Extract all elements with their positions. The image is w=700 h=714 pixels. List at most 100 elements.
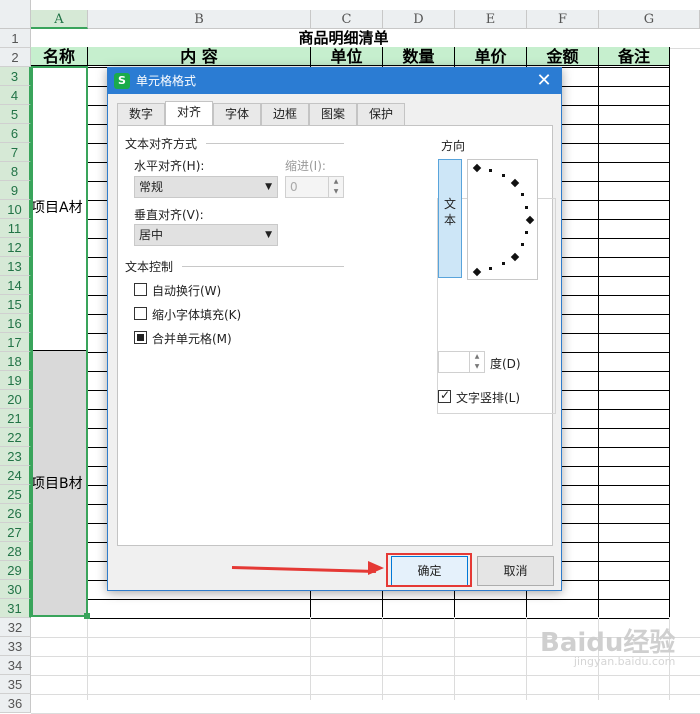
indent-stepper[interactable]: 0 ▲ ▼: [285, 176, 344, 198]
row-header-4[interactable]: 4: [0, 86, 31, 105]
row-header-19[interactable]: 19: [0, 371, 31, 390]
row-header-2[interactable]: 2: [0, 48, 31, 67]
row-header-10[interactable]: 10: [0, 200, 31, 219]
row-header-33[interactable]: 33: [0, 637, 31, 656]
checkmark-icon: ✓: [440, 388, 451, 402]
vertical-text-button[interactable]: 文本: [438, 159, 462, 278]
horizontal-align-label: 水平对齐(H):: [134, 159, 205, 173]
orientation-heading: 方向: [439, 137, 468, 154]
dial-marker: [472, 163, 482, 173]
row-header-26[interactable]: 26: [0, 504, 31, 523]
row-header-30[interactable]: 30: [0, 580, 31, 599]
row-header-35[interactable]: 35: [0, 675, 31, 694]
tab-protection[interactable]: 保护: [357, 103, 405, 125]
row-header-20[interactable]: 20: [0, 390, 31, 409]
merge-cells-checkbox[interactable]: [134, 331, 147, 344]
dialog-titlebar[interactable]: S 单元格格式 ✕: [108, 68, 561, 94]
sheet-title[interactable]: 商品明细清单: [88, 29, 599, 48]
dial-marker: [525, 215, 535, 225]
dial-dot: [521, 193, 524, 196]
row-header-22[interactable]: 22: [0, 428, 31, 447]
column-header-b[interactable]: B: [88, 10, 311, 29]
row-header-13[interactable]: 13: [0, 257, 31, 276]
column-border: [598, 47, 599, 617]
row-header-36[interactable]: 36: [0, 694, 31, 713]
dial-dot: [489, 267, 492, 270]
cancel-button[interactable]: 取消: [477, 556, 554, 586]
row-header-7[interactable]: 7: [0, 143, 31, 162]
row-header-1[interactable]: 1: [0, 29, 31, 48]
column-header-f[interactable]: F: [527, 10, 599, 29]
row-header-15[interactable]: 15: [0, 295, 31, 314]
dial-dot: [502, 262, 505, 265]
text-control-heading: 文本控制: [125, 260, 174, 274]
column-header-e[interactable]: E: [455, 10, 527, 29]
dial-dot: [521, 243, 524, 246]
horizontal-align-select[interactable]: 常规 ▼: [134, 176, 278, 198]
row-header-9[interactable]: 9: [0, 181, 31, 200]
row-header-18[interactable]: 18: [0, 352, 31, 371]
vertical-align-select[interactable]: 居中 ▼: [134, 224, 278, 246]
header-unit[interactable]: 单位: [311, 47, 383, 66]
merge-cells-label[interactable]: 合并单元格(M): [152, 330, 232, 347]
row-header-14[interactable]: 14: [0, 276, 31, 295]
shrink-to-fit-checkbox[interactable]: [134, 307, 147, 320]
row-header-5[interactable]: 5: [0, 105, 31, 124]
orientation-dial[interactable]: [467, 159, 538, 280]
dial-marker: [510, 178, 520, 188]
spin-arrows-icon[interactable]: ▲ ▼: [328, 177, 343, 197]
watermark-brand: Baidu经验: [540, 628, 676, 658]
row-header-11[interactable]: 11: [0, 219, 31, 238]
row-header-27[interactable]: 27: [0, 523, 31, 542]
fill-handle[interactable]: [84, 613, 90, 619]
header-quantity[interactable]: 数量: [383, 47, 455, 66]
header-content[interactable]: 内 容: [88, 47, 311, 66]
row-header-6[interactable]: 6: [0, 124, 31, 143]
degree-stepper[interactable]: ▲ ▼: [438, 351, 485, 373]
close-icon[interactable]: ✕: [531, 68, 557, 94]
row-header-31[interactable]: 31: [0, 599, 31, 618]
header-amount[interactable]: 金额: [527, 47, 599, 66]
shrink-to-fit-label[interactable]: 缩小字体填充(K): [152, 306, 241, 323]
stacked-text-label[interactable]: 文字竖排(L): [456, 389, 520, 406]
row-gridline: [31, 694, 700, 695]
row-header-29[interactable]: 29: [0, 561, 31, 580]
baidu-jingyan-watermark: Baidu经验 jingyan.baidu.com: [540, 622, 675, 668]
wrap-text-checkbox[interactable]: [134, 283, 147, 296]
tab-patterns[interactable]: 图案: [309, 103, 357, 125]
tab-border[interactable]: 边框: [261, 103, 309, 125]
row-header-16[interactable]: 16: [0, 314, 31, 333]
wrap-text-label[interactable]: 自动换行(W): [152, 282, 221, 299]
dial-dot: [525, 206, 528, 209]
format-cells-dialog: S 单元格格式 ✕ 数字 对齐 字体 边框 图案 保护 文本对齐方式 水平对齐(…: [107, 67, 562, 591]
header-remarks[interactable]: 备注: [599, 47, 670, 66]
row-header-12[interactable]: 12: [0, 238, 31, 257]
select-all-corner[interactable]: [0, 0, 31, 29]
header-name[interactable]: 名称: [31, 47, 88, 66]
vertical-align-label: 垂直对齐(V):: [134, 208, 204, 222]
divider: [182, 266, 344, 267]
row-header-34[interactable]: 34: [0, 656, 31, 675]
row-header-3[interactable]: 3: [0, 67, 31, 86]
row-header-8[interactable]: 8: [0, 162, 31, 181]
tab-number[interactable]: 数字: [117, 103, 165, 125]
column-header-g[interactable]: G: [599, 10, 700, 29]
column-header-c[interactable]: C: [311, 10, 383, 29]
dialog-title: 单元格格式: [136, 74, 197, 88]
row-header-17[interactable]: 17: [0, 333, 31, 352]
row-header-21[interactable]: 21: [0, 409, 31, 428]
spin-arrows-icon[interactable]: ▲ ▼: [469, 352, 484, 372]
row-header-24[interactable]: 24: [0, 466, 31, 485]
row-header-32[interactable]: 32: [0, 618, 31, 637]
stacked-text-checkbox[interactable]: ✓: [438, 388, 451, 403]
tab-font[interactable]: 字体: [213, 103, 261, 125]
row-header-25[interactable]: 25: [0, 485, 31, 504]
column-gridline: [382, 617, 383, 700]
column-header-d[interactable]: D: [383, 10, 455, 29]
row-header-23[interactable]: 23: [0, 447, 31, 466]
header-price[interactable]: 单价: [455, 47, 527, 66]
column-header-a[interactable]: A: [31, 10, 88, 29]
column-gridline: [454, 617, 455, 700]
row-header-28[interactable]: 28: [0, 542, 31, 561]
tab-alignment[interactable]: 对齐: [165, 101, 213, 125]
